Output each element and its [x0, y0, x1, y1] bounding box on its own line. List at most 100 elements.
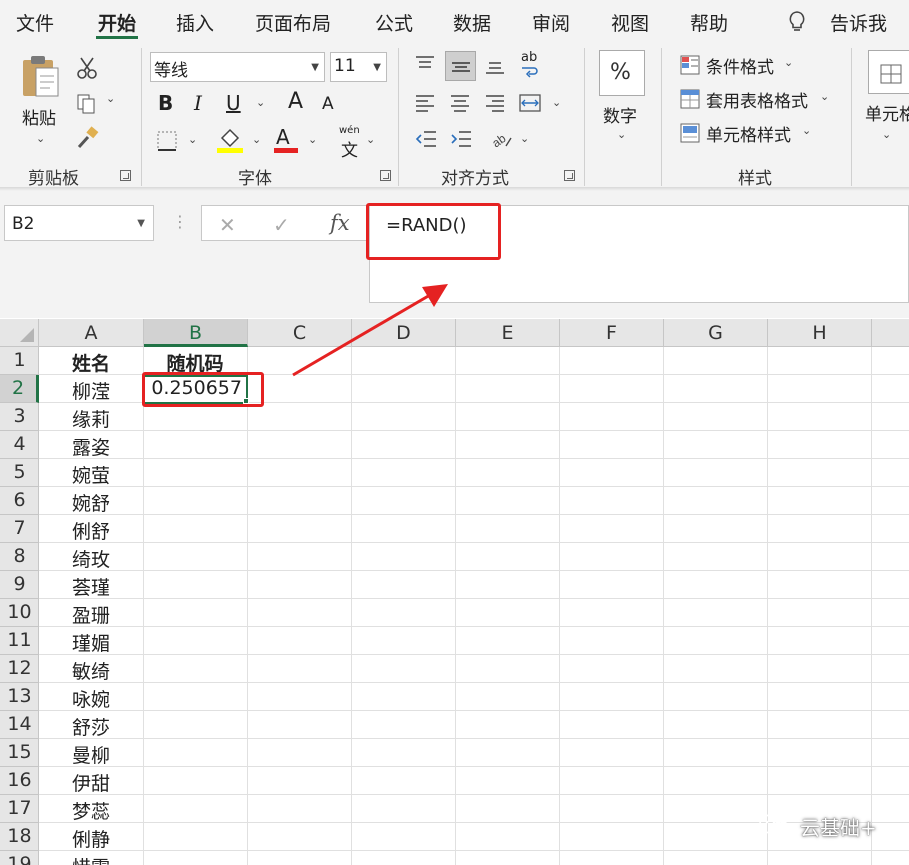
- fill-color-icon[interactable]: [216, 126, 244, 154]
- cell-a14[interactable]: 舒莎: [39, 711, 143, 739]
- cell-a15[interactable]: 曼柳: [39, 739, 143, 767]
- cell-a16[interactable]: 伊甜: [39, 767, 143, 795]
- phonetic-dropdown-icon[interactable]: ⌄: [366, 133, 375, 146]
- tab-review[interactable]: 审阅: [532, 9, 570, 36]
- grow-font-button[interactable]: A: [288, 89, 303, 114]
- font-color-button[interactable]: A: [276, 125, 290, 149]
- cell-a17[interactable]: 梦蕊: [39, 795, 143, 823]
- border-icon[interactable]: [156, 130, 178, 152]
- align-center-icon[interactable]: [449, 92, 471, 114]
- cells-dropdown-icon[interactable]: ⌄: [882, 128, 891, 141]
- align-left-icon[interactable]: [414, 92, 436, 114]
- row-header[interactable]: 19: [0, 851, 39, 865]
- row-header[interactable]: 8: [0, 543, 39, 571]
- row-header[interactable]: 10: [0, 599, 39, 627]
- row-header[interactable]: 9: [0, 571, 39, 599]
- row-header[interactable]: 2: [0, 375, 39, 403]
- align-right-icon[interactable]: [484, 92, 506, 114]
- row-header[interactable]: 1: [0, 347, 39, 375]
- align-top-icon[interactable]: [414, 54, 436, 74]
- row-header[interactable]: 7: [0, 515, 39, 543]
- merge-dropdown-icon[interactable]: ⌄: [552, 96, 561, 109]
- cell-a3[interactable]: 缘莉: [39, 403, 143, 431]
- underline-dropdown-icon[interactable]: ⌄: [256, 96, 265, 109]
- format-painter-icon[interactable]: [76, 126, 100, 150]
- column-header-h[interactable]: H: [768, 319, 872, 347]
- tab-file[interactable]: 文件: [16, 9, 54, 36]
- column-header-b[interactable]: B: [144, 319, 248, 347]
- font-color-dropdown-icon[interactable]: ⌄: [308, 133, 317, 146]
- number-dropdown-icon[interactable]: ⌄: [617, 128, 626, 141]
- lightbulb-icon[interactable]: [788, 10, 806, 34]
- align-middle-button[interactable]: [445, 51, 476, 81]
- phonetic-button[interactable]: 文: [341, 136, 358, 161]
- underline-button[interactable]: U: [226, 91, 241, 115]
- paste-dropdown-icon[interactable]: ⌄: [36, 132, 45, 145]
- cell-a13[interactable]: 咏婉: [39, 683, 143, 711]
- cut-icon[interactable]: [76, 56, 98, 80]
- conditional-format-icon[interactable]: [679, 54, 701, 76]
- tab-formulas[interactable]: 公式: [375, 9, 413, 36]
- font-launcher-icon[interactable]: [380, 170, 391, 181]
- formula-bar-grip-icon[interactable]: ⋮: [172, 212, 188, 231]
- copy-icon[interactable]: [76, 93, 98, 115]
- copy-dropdown-icon[interactable]: ⌄: [106, 92, 115, 105]
- tab-help[interactable]: 帮助: [690, 9, 728, 36]
- cell-a18[interactable]: 俐静: [39, 823, 143, 851]
- paste-icon[interactable]: [20, 54, 62, 100]
- border-dropdown-icon[interactable]: ⌄: [188, 133, 197, 146]
- alignment-launcher-icon[interactable]: [564, 170, 575, 181]
- wrap-text-button[interactable]: ab: [521, 50, 537, 65]
- cell-a6[interactable]: 婉舒: [39, 487, 143, 515]
- cell-a8[interactable]: 绮玫: [39, 543, 143, 571]
- select-all-button[interactable]: [0, 319, 39, 347]
- cell-grid[interactable]: 姓名 随机码 0.250657 柳滢 缘莉 露姿 婉萤 婉舒 俐舒 绮玫 荟瑾 …: [39, 347, 909, 865]
- row-header[interactable]: 17: [0, 795, 39, 823]
- fill-color-dropdown-icon[interactable]: ⌄: [252, 133, 261, 146]
- row-header[interactable]: 11: [0, 627, 39, 655]
- row-header[interactable]: 6: [0, 487, 39, 515]
- tab-insert[interactable]: 插入: [176, 9, 214, 36]
- paste-button[interactable]: 粘贴: [22, 104, 56, 129]
- phonetic-top[interactable]: wén: [339, 125, 360, 136]
- row-header[interactable]: 4: [0, 431, 39, 459]
- decrease-indent-icon[interactable]: [414, 128, 438, 150]
- orientation-icon[interactable]: ab: [490, 128, 514, 150]
- cells-group-label[interactable]: 单元格: [865, 105, 909, 125]
- cell-a1[interactable]: 姓名: [39, 347, 143, 375]
- column-header-f[interactable]: F: [560, 319, 664, 347]
- tab-page-layout[interactable]: 页面布局: [255, 9, 331, 36]
- row-header[interactable]: 13: [0, 683, 39, 711]
- row-header[interactable]: 3: [0, 403, 39, 431]
- table-format-icon[interactable]: [679, 88, 701, 110]
- chevron-down-icon[interactable]: ⌄: [820, 90, 829, 103]
- merge-icon[interactable]: [518, 92, 542, 114]
- row-header[interactable]: 18: [0, 823, 39, 851]
- increase-indent-icon[interactable]: [449, 128, 473, 150]
- font-name-select[interactable]: 等线 ▼: [150, 52, 325, 82]
- cell-a12[interactable]: 敏绮: [39, 655, 143, 683]
- cell-a19[interactable]: 惜霏: [39, 851, 143, 865]
- tab-view[interactable]: 视图: [611, 9, 649, 36]
- row-header[interactable]: 14: [0, 711, 39, 739]
- cells-insert-button[interactable]: [868, 50, 909, 94]
- number-group-label[interactable]: 数字: [603, 102, 637, 127]
- tab-home[interactable]: 开始: [98, 9, 136, 36]
- cell-a2[interactable]: 柳滢: [39, 375, 143, 403]
- shrink-font-button[interactable]: A: [322, 94, 334, 114]
- font-size-select[interactable]: 11 ▼: [330, 52, 387, 82]
- number-format-button[interactable]: %: [599, 50, 645, 96]
- insert-function-button[interactable]: fx: [330, 211, 350, 235]
- cell-b1[interactable]: 随机码: [143, 347, 247, 375]
- chevron-down-icon[interactable]: ⌄: [802, 124, 811, 137]
- bold-button[interactable]: B: [158, 91, 173, 115]
- row-header[interactable]: 15: [0, 739, 39, 767]
- cell-a11[interactable]: 瑾媚: [39, 627, 143, 655]
- row-header[interactable]: 12: [0, 655, 39, 683]
- cell-styles-button[interactable]: 单元格样式: [706, 121, 791, 146]
- name-box[interactable]: B2 ▼: [4, 205, 154, 241]
- row-header[interactable]: 16: [0, 767, 39, 795]
- tab-data[interactable]: 数据: [453, 9, 491, 36]
- table-format-button[interactable]: 套用表格格式: [706, 87, 808, 112]
- italic-button[interactable]: I: [194, 91, 202, 115]
